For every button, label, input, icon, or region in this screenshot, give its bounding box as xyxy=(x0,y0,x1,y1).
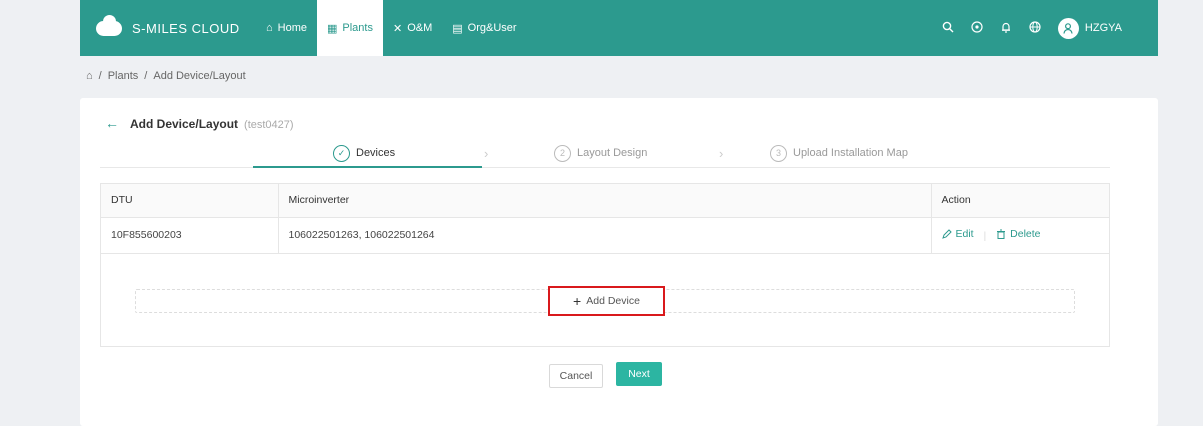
search-icon[interactable] xyxy=(936,21,960,36)
stepper: ✓ Devices › 2 Layout Design › 3 Upload I… xyxy=(100,138,1110,168)
home-icon: ⌂ xyxy=(266,22,273,34)
column-header-action: Action xyxy=(930,184,1109,218)
column-header-dtu: DTU xyxy=(101,184,278,218)
nav-plants[interactable]: ▦ Plants xyxy=(317,0,383,56)
add-device-button[interactable]: + Add Device xyxy=(548,286,665,316)
back-arrow-icon[interactable]: ← xyxy=(105,115,119,131)
action-divider: | xyxy=(983,230,987,242)
breadcrumb-separator: / xyxy=(144,70,148,82)
main-card: ← Add Device/Layout (test0427) ✓ Devices… xyxy=(80,98,1158,426)
step-label: Layout Design xyxy=(577,147,648,159)
breadcrumb-separator: / xyxy=(98,70,102,82)
chevron-right-icon: › xyxy=(719,145,724,161)
nav-home[interactable]: ⌂ Home xyxy=(256,0,317,56)
column-header-microinverter: Microinverter xyxy=(277,184,931,218)
dtu-cell: 10F855600203 xyxy=(101,217,278,254)
breadcrumb-home-icon[interactable]: ⌂ xyxy=(86,70,93,82)
delete-label: Delete xyxy=(1010,228,1041,240)
nav-plants-label: Plants xyxy=(342,22,373,34)
table-header-row: DTU Microinverter Action xyxy=(101,184,1109,218)
add-device-label: Add Device xyxy=(586,295,640,307)
step-number: 2 xyxy=(554,144,571,162)
plant-name: (test0427) xyxy=(244,119,294,131)
chevron-right-icon: › xyxy=(484,145,489,161)
top-navbar: S-MILES CLOUD ⌂ Home ▦ Plants ✕ O&M ▤ Or… xyxy=(80,0,1158,56)
nav-org-user-label: Org&User xyxy=(467,22,517,34)
bell-icon[interactable] xyxy=(994,21,1018,36)
breadcrumb: ⌂ / Plants / Add Device/Layout xyxy=(86,70,246,82)
nav-om-label: O&M xyxy=(407,22,433,34)
edit-label: Edit xyxy=(955,228,974,240)
username[interactable]: HZGYA xyxy=(1085,22,1122,34)
step-devices[interactable]: ✓ Devices xyxy=(333,138,395,168)
step-label: Upload Installation Map xyxy=(793,147,908,159)
microinverter-cell: 106022501263, 106022501264 xyxy=(277,217,931,254)
nav-org-user[interactable]: ▤ Org&User xyxy=(442,0,526,56)
user-avatar[interactable] xyxy=(1057,17,1079,39)
breadcrumb-current: Add Device/Layout xyxy=(153,70,246,82)
step-number: 3 xyxy=(770,144,787,162)
header-tools: HZGYA xyxy=(936,0,1158,56)
step-layout-design[interactable]: 2 Layout Design xyxy=(554,138,647,168)
page-header: ← Add Device/Layout (test0427) xyxy=(105,115,294,131)
step-upload-map[interactable]: 3 Upload Installation Map xyxy=(770,138,908,168)
nav-home-label: Home xyxy=(277,22,307,34)
edit-button[interactable]: Edit xyxy=(941,228,974,240)
tools-icon: ✕ xyxy=(392,22,403,35)
brand-name: S-MILES CLOUD xyxy=(132,20,240,36)
check-icon: ✓ xyxy=(333,144,350,162)
globe-icon[interactable] xyxy=(1023,20,1047,36)
page-title: Add Device/Layout xyxy=(130,117,239,131)
trash-icon xyxy=(997,229,1006,239)
cloud-icon xyxy=(96,14,122,36)
table-row: 10F855600203 106022501263, 106022501264 … xyxy=(101,217,1109,254)
edit-icon xyxy=(941,229,952,239)
nav-om[interactable]: ✕ O&M xyxy=(383,0,442,56)
active-step-indicator xyxy=(253,166,482,168)
main-nav: ⌂ Home ▦ Plants ✕ O&M ▤ Org&User xyxy=(256,0,527,56)
cancel-button[interactable]: Cancel xyxy=(549,364,603,388)
device-table: DTU Microinverter Action 10F855600203 10… xyxy=(100,183,1110,347)
delete-button[interactable]: Delete xyxy=(996,228,1041,240)
step-label: Devices xyxy=(356,147,396,159)
help-icon[interactable] xyxy=(965,20,989,36)
plants-icon: ▦ xyxy=(327,22,338,35)
next-button[interactable]: Next xyxy=(616,362,662,386)
org-icon: ▤ xyxy=(452,22,463,35)
brand[interactable]: S-MILES CLOUD xyxy=(80,14,256,36)
breadcrumb-plants[interactable]: Plants xyxy=(108,70,139,82)
action-cell: Edit | Delete xyxy=(930,217,1109,254)
plus-icon: + xyxy=(573,293,582,309)
